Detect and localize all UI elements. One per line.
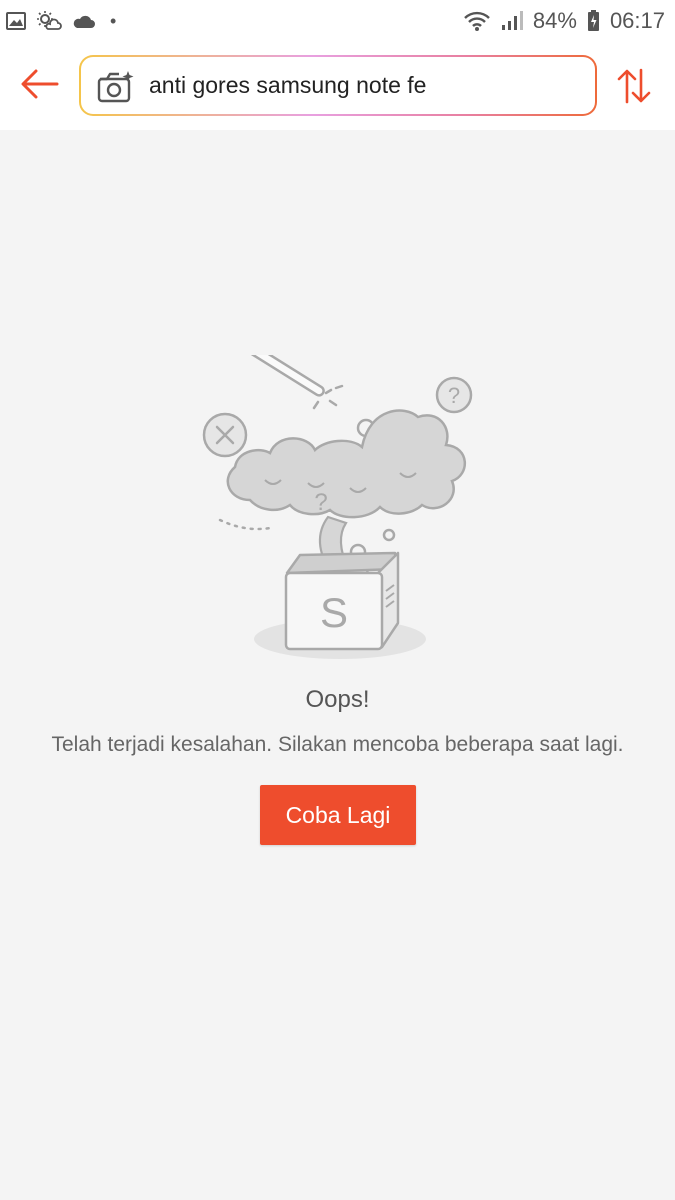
sort-icon bbox=[617, 68, 651, 109]
search-bar[interactable] bbox=[79, 55, 597, 116]
battery-icon bbox=[587, 10, 600, 32]
svg-text:?: ? bbox=[448, 383, 460, 408]
search-bar-inner bbox=[81, 57, 595, 114]
svg-text:?: ? bbox=[314, 489, 327, 516]
search-header bbox=[0, 42, 675, 130]
battery-percent: 84% bbox=[532, 8, 577, 33]
smoke-cloud: ? bbox=[226, 409, 467, 519]
retry-button[interactable]: Coba Lagi bbox=[260, 785, 416, 845]
cloud-icon bbox=[72, 13, 96, 29]
error-title: Oops! bbox=[305, 686, 370, 713]
svg-text:S: S bbox=[320, 589, 348, 636]
error-illustration: ? ? S bbox=[190, 342, 490, 665]
search-input[interactable] bbox=[149, 72, 549, 99]
status-bar: • 84% 06:17 bbox=[0, 0, 675, 42]
sort-button[interactable] bbox=[612, 66, 656, 110]
status-left: • bbox=[6, 11, 116, 32]
back-arrow-icon bbox=[21, 69, 59, 104]
clock: 06:17 bbox=[609, 8, 665, 33]
close-circle-icon bbox=[202, 412, 248, 458]
back-button[interactable] bbox=[18, 64, 62, 108]
shop-box-icon: S bbox=[284, 551, 400, 651]
signal-icon bbox=[501, 11, 523, 31]
weather-icon bbox=[36, 11, 62, 31]
camera-icon[interactable] bbox=[97, 67, 135, 105]
error-message: Telah terjadi kesalahan. Silakan mencoba… bbox=[51, 733, 624, 756]
wifi-icon bbox=[463, 10, 491, 32]
status-right: 84% 06:17 bbox=[463, 8, 665, 34]
wand-icon bbox=[244, 342, 344, 410]
gallery-icon bbox=[6, 12, 26, 30]
notification-dot: • bbox=[110, 10, 117, 31]
question-circle-icon: ? bbox=[435, 376, 473, 414]
